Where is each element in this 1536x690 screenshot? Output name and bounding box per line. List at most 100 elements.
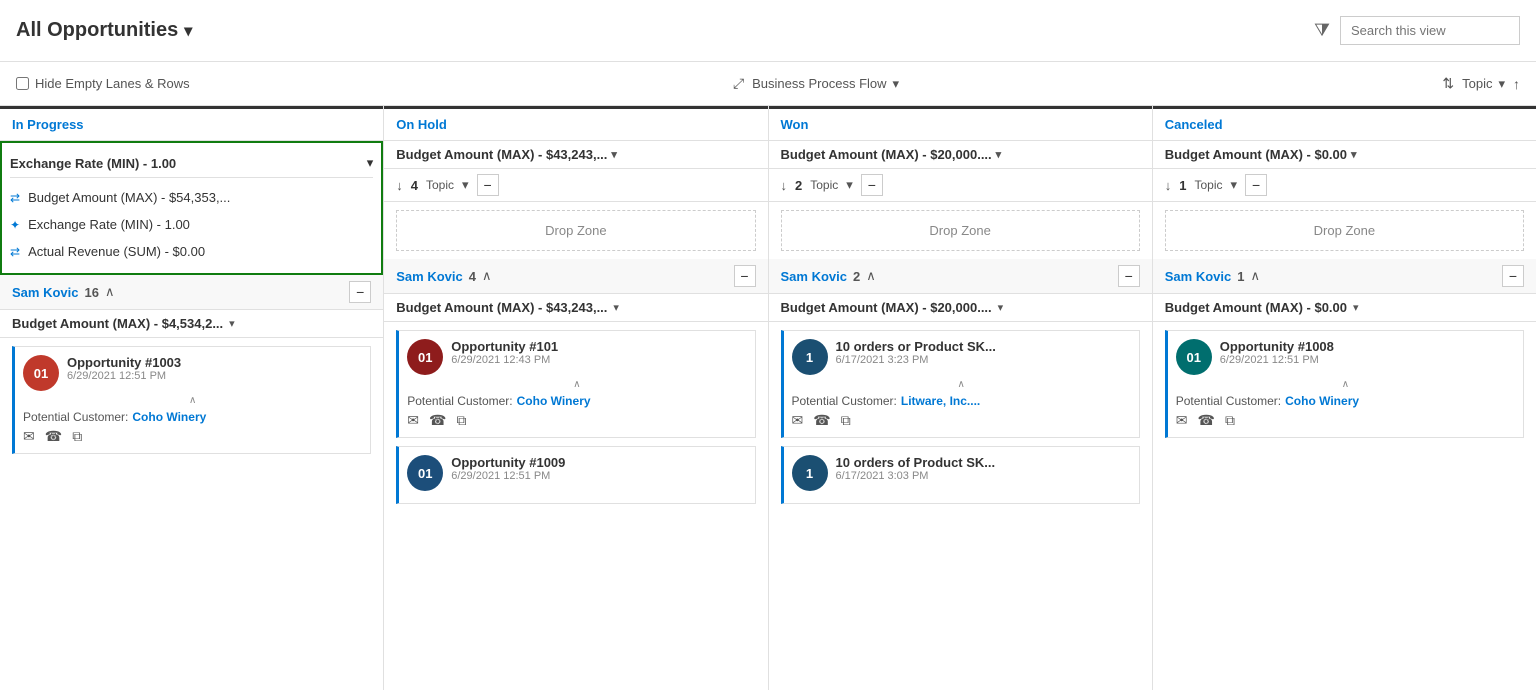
filter-icon[interactable]: ⧩ bbox=[1314, 20, 1330, 41]
phone-icon[interactable]: ☎ bbox=[429, 412, 446, 429]
card-info: 10 orders of Product SK... 6/17/2021 3:0… bbox=[836, 455, 1131, 482]
card-header: 1 10 orders or Product SK... 6/17/2021 3… bbox=[792, 339, 1131, 375]
cards-area-canceled: 01 Opportunity #1008 6/29/2021 12:51 PM … bbox=[1153, 322, 1536, 454]
opportunity-card: 1 10 orders or Product SK... 6/17/2021 3… bbox=[781, 330, 1140, 438]
sort-down-icon: ↓ bbox=[781, 178, 788, 193]
swimlane-expand-icon[interactable]: ∧ bbox=[482, 268, 492, 284]
card-actions: ✉ ☎ ⧉ bbox=[1176, 412, 1515, 429]
opportunity-card: 1 10 orders of Product SK... 6/17/2021 3… bbox=[781, 446, 1140, 504]
dropdown-item-2[interactable]: ⇄ Actual Revenue (SUM) - $0.00 bbox=[10, 238, 373, 265]
topic-caret-icon: ▾ bbox=[1498, 76, 1505, 92]
agg-top-row-on-hold: Budget Amount (MAX) - $43,243,... ▾ bbox=[384, 141, 767, 169]
drop-zone-won[interactable]: Drop Zone bbox=[781, 210, 1140, 251]
agg-top-value: Budget Amount (MAX) - $43,243,... ▾ bbox=[396, 147, 617, 162]
opportunity-card: 01 Opportunity #1008 6/29/2021 12:51 PM … bbox=[1165, 330, 1524, 438]
dropdown-card-in-progress: Exchange Rate (MIN) - 1.00 ▾ ⇄ Budget Am… bbox=[0, 141, 383, 275]
topic-dropdown[interactable]: ▾ bbox=[1231, 177, 1238, 193]
avatar: 1 bbox=[792, 339, 828, 375]
card-expand-button[interactable]: ∧ bbox=[1176, 379, 1515, 390]
card-actions: ✉ ☎ ⧉ bbox=[407, 412, 746, 429]
card-customer-row: Potential Customer: Litware, Inc.... bbox=[792, 394, 1131, 408]
agg-top-caret[interactable]: ▾ bbox=[611, 148, 617, 161]
agg-caret[interactable]: ▾ bbox=[229, 317, 235, 330]
swimlane-header-right: − bbox=[1502, 265, 1524, 287]
agg-caret[interactable]: ▾ bbox=[998, 301, 1004, 314]
agg-caret[interactable]: ▾ bbox=[613, 301, 619, 314]
flow-icon: ⤢ bbox=[733, 75, 744, 92]
agg-top-caret[interactable]: ▾ bbox=[996, 148, 1002, 161]
phone-icon[interactable]: ☎ bbox=[1197, 412, 1214, 429]
email-icon[interactable]: ✉ bbox=[407, 412, 419, 429]
swimlane-expand-icon[interactable]: ∧ bbox=[1250, 268, 1260, 284]
swimlane-collapse-button[interactable]: − bbox=[734, 265, 756, 287]
card-expand-button[interactable]: ∧ bbox=[407, 379, 746, 390]
lane-collapse-btn[interactable]: − bbox=[1245, 174, 1267, 196]
copy-icon[interactable]: ⧉ bbox=[456, 412, 466, 429]
email-icon[interactable]: ✉ bbox=[23, 428, 35, 445]
app-header: All Opportunities ▾ ⧩ bbox=[0, 0, 1536, 62]
agg-top-row-won: Budget Amount (MAX) - $20,000.... ▾ bbox=[769, 141, 1152, 169]
phone-icon[interactable]: ☎ bbox=[45, 428, 62, 445]
lane-on-hold: On Hold Budget Amount (MAX) - $43,243,..… bbox=[384, 106, 768, 690]
hide-empty-toggle[interactable]: Hide Empty Lanes & Rows bbox=[16, 76, 190, 91]
phone-icon[interactable]: ☎ bbox=[813, 412, 830, 429]
card-header: 01 Opportunity #1003 6/29/2021 12:51 PM bbox=[23, 355, 362, 391]
swimlane-collapse-button[interactable]: − bbox=[1502, 265, 1524, 287]
card-actions: ✉ ☎ ⧉ bbox=[23, 428, 362, 445]
dropdown-item-1[interactable]: ✦ Exchange Rate (MIN) - 1.00 bbox=[10, 211, 373, 238]
lane-collapse-btn[interactable]: − bbox=[861, 174, 883, 196]
lane-header-on-hold: On Hold bbox=[384, 106, 767, 141]
sort-count-row-on-hold: ↓ 4 Topic ▾ − bbox=[384, 169, 767, 202]
swimlane-collapse-button[interactable]: − bbox=[1118, 265, 1140, 287]
swimlane-header-right: − bbox=[1118, 265, 1140, 287]
opportunity-card: 01 Opportunity #1009 6/29/2021 12:51 PM bbox=[396, 446, 755, 504]
copy-icon[interactable]: ⧉ bbox=[841, 412, 851, 429]
topic-dropdown[interactable]: ▾ bbox=[846, 177, 853, 193]
swimlane-collapse-button[interactable]: − bbox=[349, 281, 371, 303]
card-expand-button[interactable]: ∧ bbox=[23, 395, 362, 406]
opportunity-card: 01 Opportunity #1003 6/29/2021 12:51 PM … bbox=[12, 346, 371, 454]
sort-down-icon: ↓ bbox=[1165, 178, 1172, 193]
avatar: 01 bbox=[1176, 339, 1212, 375]
sort-arrows-icon[interactable]: ⇅ bbox=[1442, 75, 1454, 92]
lane-canceled: Canceled Budget Amount (MAX) - $0.00 ▾ ↓… bbox=[1153, 106, 1536, 690]
topic-dropdown[interactable]: ▾ bbox=[462, 177, 469, 193]
card-info: Opportunity #1003 6/29/2021 12:51 PM bbox=[67, 355, 362, 382]
avatar: 01 bbox=[23, 355, 59, 391]
dropdown-caret[interactable]: ▾ bbox=[367, 155, 374, 171]
card-header: 01 Opportunity #101 6/29/2021 12:43 PM bbox=[407, 339, 746, 375]
topic-button[interactable]: Topic ▾ bbox=[1462, 76, 1505, 92]
dropdown-item-0[interactable]: ⇄ Budget Amount (MAX) - $54,353,... bbox=[10, 184, 373, 211]
agg-top-caret[interactable]: ▾ bbox=[1351, 148, 1357, 161]
business-process-flow-button[interactable]: Business Process Flow ▾ bbox=[752, 76, 899, 92]
lane-won: Won Budget Amount (MAX) - $20,000.... ▾ … bbox=[769, 106, 1153, 690]
swimlane-header-on-hold-sam: Sam Kovic 4 ∧ − bbox=[384, 259, 767, 294]
card-header: 1 10 orders of Product SK... 6/17/2021 3… bbox=[792, 455, 1131, 491]
title-caret[interactable]: ▾ bbox=[184, 21, 192, 41]
search-input[interactable] bbox=[1340, 16, 1520, 45]
lane-collapse-btn[interactable]: − bbox=[477, 174, 499, 196]
swimlane-header-in-progress-sam: Sam Kovic 16 ∧ − bbox=[0, 275, 383, 310]
sort-count-row-won: ↓ 2 Topic ▾ − bbox=[769, 169, 1152, 202]
email-icon[interactable]: ✉ bbox=[792, 412, 804, 429]
drop-zone-canceled[interactable]: Drop Zone bbox=[1165, 210, 1524, 251]
card-header: 01 Opportunity #1009 6/29/2021 12:51 PM bbox=[407, 455, 746, 491]
swimlane-expand-icon[interactable]: ∧ bbox=[866, 268, 876, 284]
drop-zone-on-hold[interactable]: Drop Zone bbox=[396, 210, 755, 251]
card-expand-button[interactable]: ∧ bbox=[792, 379, 1131, 390]
card-info: 10 orders or Product SK... 6/17/2021 3:2… bbox=[836, 339, 1131, 366]
card-actions: ✉ ☎ ⧉ bbox=[792, 412, 1131, 429]
sort-up-icon[interactable]: ↑ bbox=[1513, 76, 1520, 92]
email-icon[interactable]: ✉ bbox=[1176, 412, 1188, 429]
swimlane-expand-icon[interactable]: ∧ bbox=[105, 284, 115, 300]
cards-area-on-hold: 01 Opportunity #101 6/29/2021 12:43 PM ∧… bbox=[384, 322, 767, 520]
sort-count-row-canceled: ↓ 1 Topic ▾ − bbox=[1153, 169, 1536, 202]
cards-area-won: 1 10 orders or Product SK... 6/17/2021 3… bbox=[769, 322, 1152, 520]
copy-icon[interactable]: ⧉ bbox=[1225, 412, 1235, 429]
card-customer-row: Potential Customer: Coho Winery bbox=[23, 410, 362, 424]
card-info: Opportunity #101 6/29/2021 12:43 PM bbox=[451, 339, 746, 366]
copy-icon[interactable]: ⧉ bbox=[72, 428, 82, 445]
agg-caret[interactable]: ▾ bbox=[1353, 301, 1359, 314]
sort-down-icon: ↓ bbox=[396, 178, 403, 193]
hide-empty-checkbox[interactable] bbox=[16, 77, 29, 90]
